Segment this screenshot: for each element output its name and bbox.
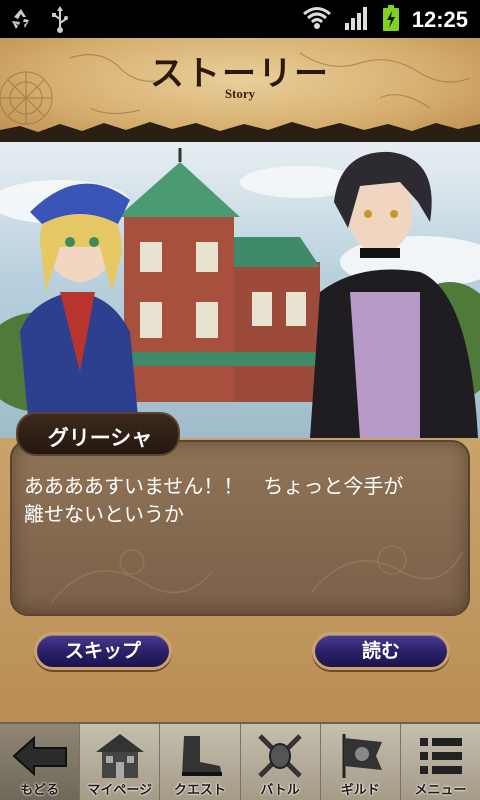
nav-mypage[interactable]: マイページ (80, 724, 161, 800)
nav-menu[interactable]: メニュー (400, 724, 480, 800)
crossed-swords-icon (258, 734, 302, 778)
torn-edge-decoration (0, 122, 480, 142)
house-icon (95, 734, 144, 778)
back-arrow-icon (12, 735, 67, 777)
skip-button[interactable]: スキップ (34, 632, 172, 670)
floral-pattern-decoration (51, 545, 463, 603)
menu-list-icon (420, 738, 463, 774)
nav-battle[interactable]: バトル (240, 724, 321, 800)
nav-back[interactable]: もどる (0, 724, 81, 800)
clock-time: 12:25 (411, 7, 468, 32)
story-scene-illustration (0, 142, 480, 438)
read-button[interactable]: 読む (312, 632, 450, 670)
battery-charging-icon (382, 4, 400, 36)
nav-battle-label: バトル (260, 783, 300, 798)
nav-quest[interactable]: クエスト (160, 724, 241, 800)
nav-menu-label: メニュー (414, 783, 467, 798)
nav-mypage-label: マイページ (87, 783, 153, 798)
usb-icon (50, 5, 70, 37)
story-header: ストーリー Story (0, 38, 480, 142)
nav-quest-label: クエスト (173, 783, 226, 798)
boots-icon (181, 736, 222, 776)
signal-icon (344, 5, 370, 35)
wifi-icon (302, 5, 332, 35)
nav-back-label: もどる (20, 783, 59, 798)
nav-guild-label: ギルド (340, 783, 380, 798)
dialogue-box[interactable]: ああああすいません！！ ちょっと今手が 離せないというか (10, 440, 470, 616)
speaker-name: グリーシャ (47, 426, 153, 450)
dialogue-text: ああああすいません！！ ちょっと今手が 離せないというか (24, 474, 404, 526)
status-bar: 12:25 (0, 0, 480, 38)
bottom-navigation: もどる マイページ クエスト バトル ギルド メニュー (0, 722, 480, 800)
page-subtitle: Story (224, 86, 256, 101)
recycle-icon (8, 6, 34, 36)
nav-guild[interactable]: ギルド (320, 724, 401, 800)
guild-flag-icon (342, 734, 383, 778)
speaker-name-tag: グリーシャ (16, 412, 180, 456)
